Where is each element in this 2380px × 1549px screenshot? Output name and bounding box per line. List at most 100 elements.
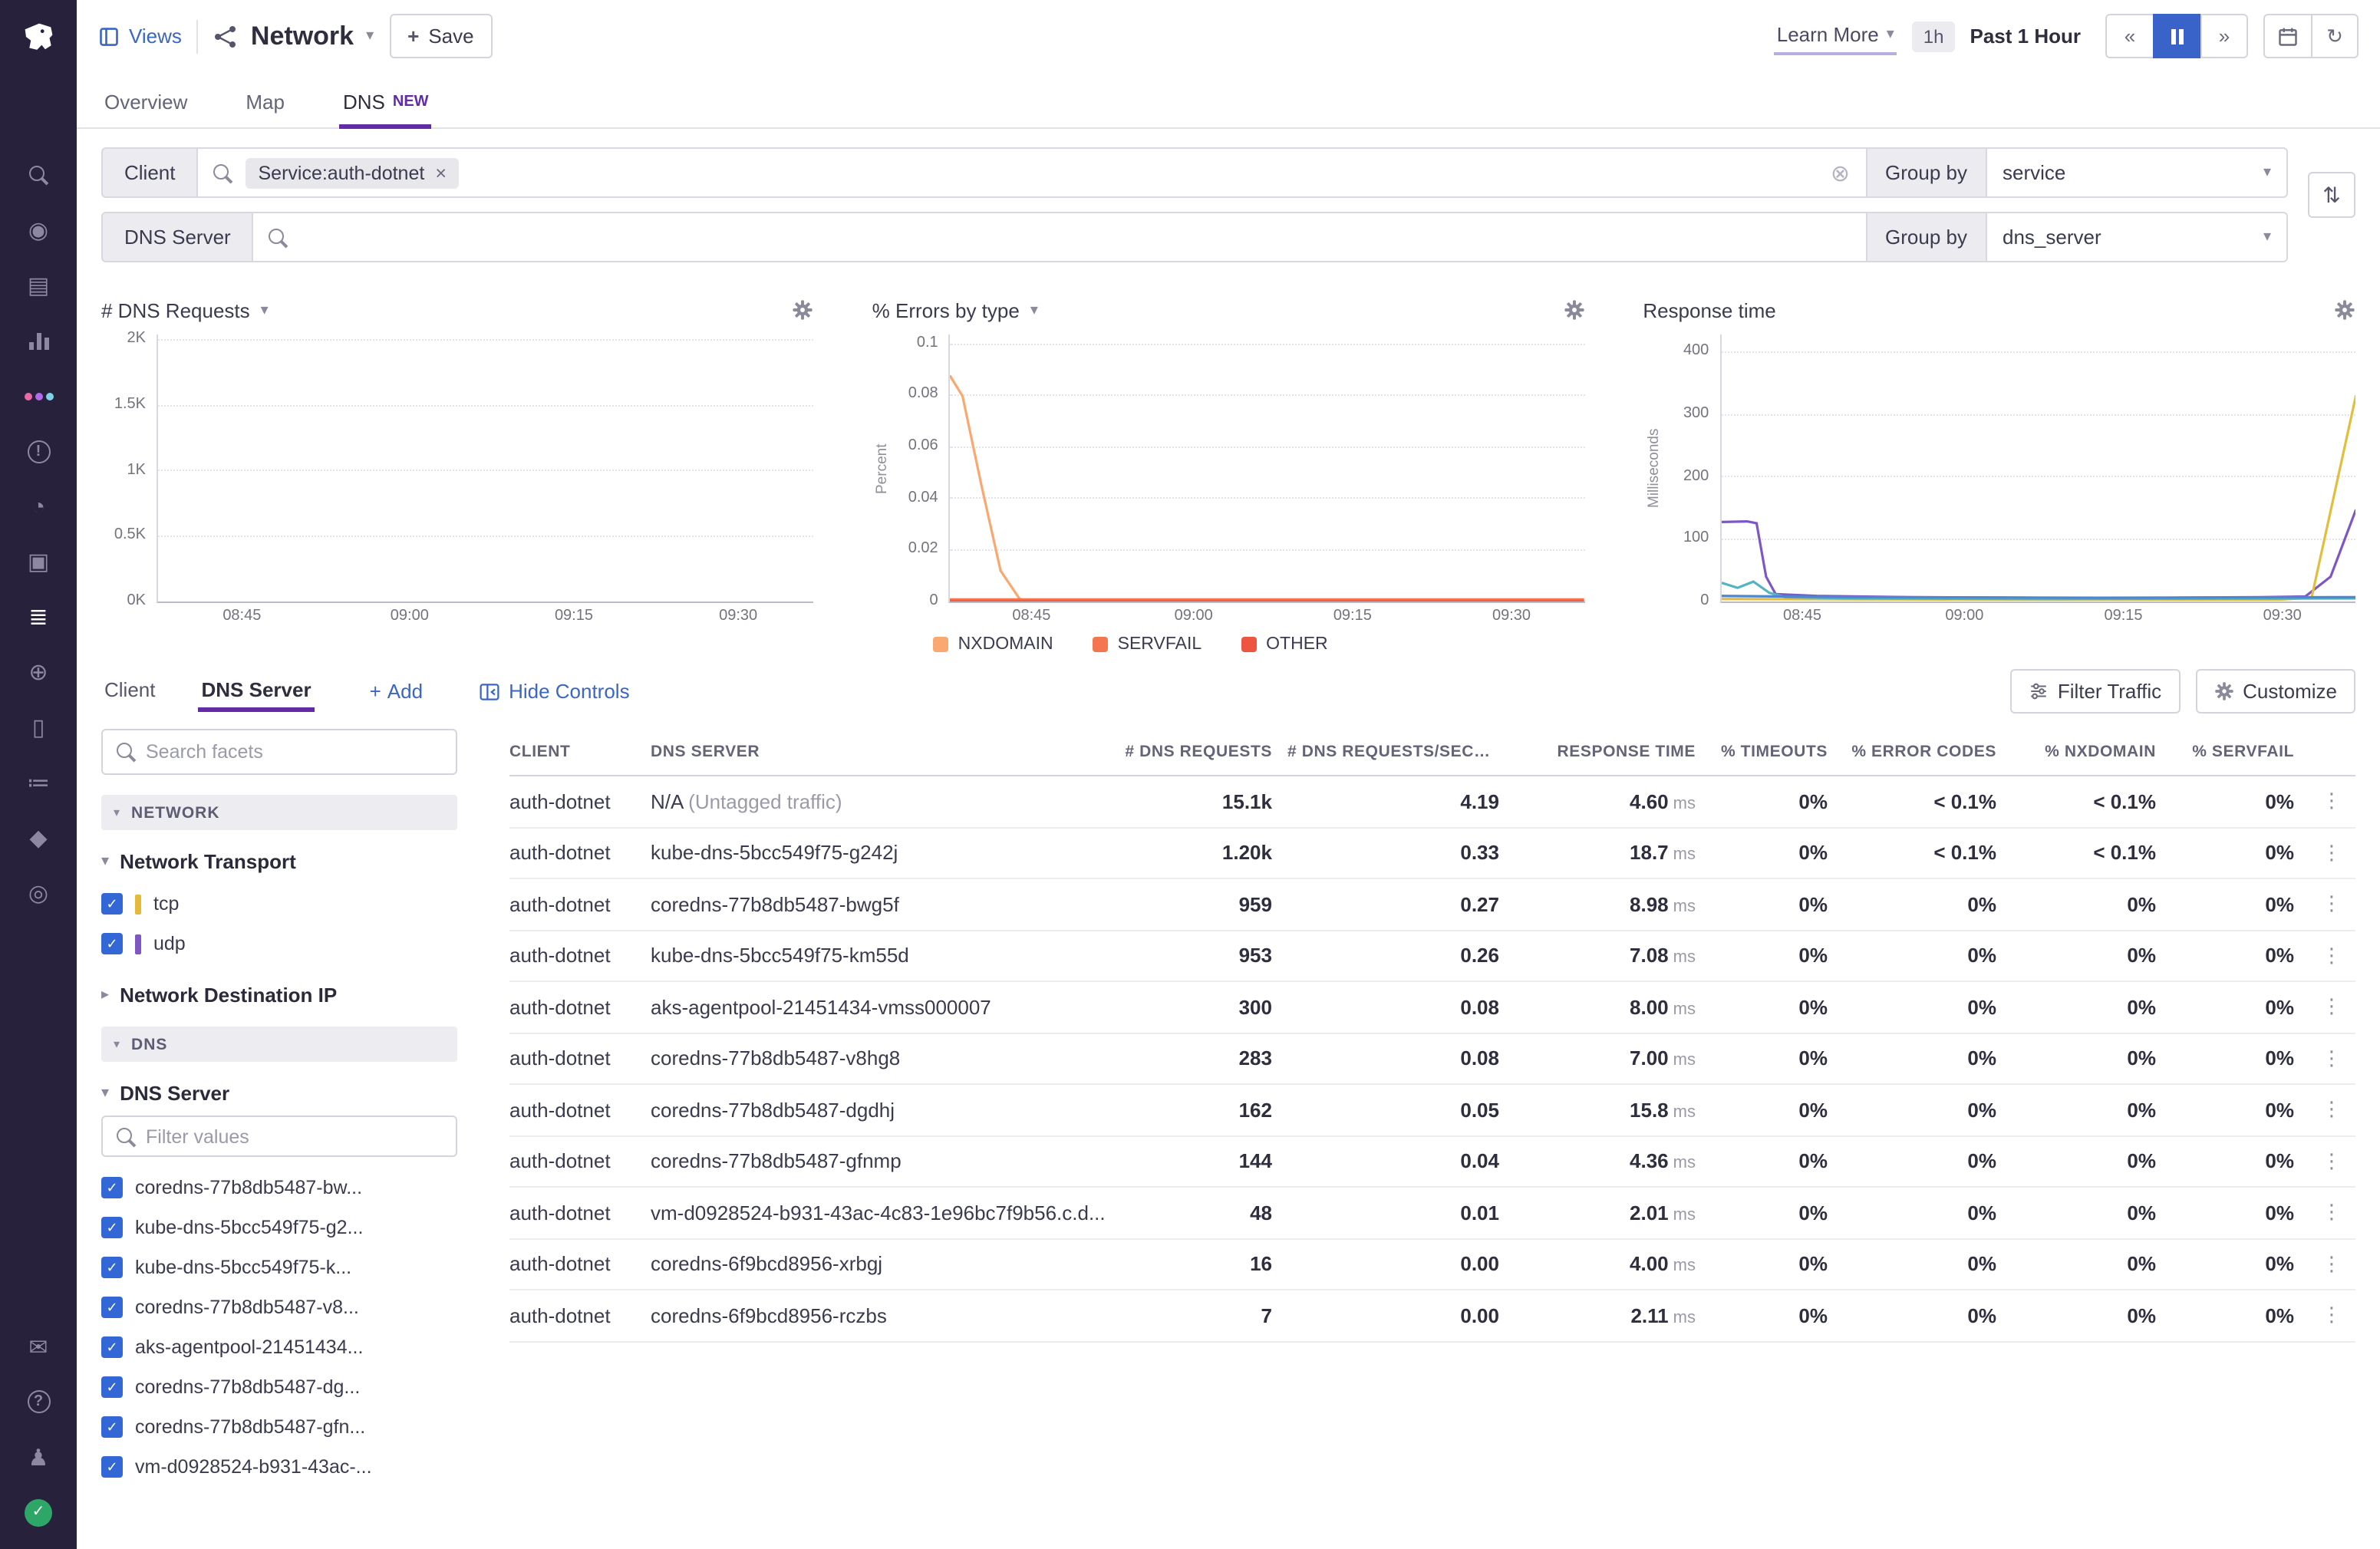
legend-item-other[interactable]: OTHER [1241, 635, 1328, 654]
client-group-by-select[interactable]: service ▾ [1987, 147, 2288, 198]
facet-value-item[interactable]: ✓udp [101, 924, 457, 964]
checkbox-checked[interactable]: ✓ [101, 1177, 123, 1198]
column-header[interactable]: # DNS REQUESTS/SECOND [1287, 729, 1515, 775]
add-group-button[interactable]: + Add [370, 680, 423, 703]
facet-network-destination-ip[interactable]: ▸Network Destination IP [101, 984, 457, 1007]
refresh-button[interactable]: ↻ [2311, 14, 2359, 58]
hide-controls-button[interactable]: Hide Controls [478, 680, 630, 703]
clear-filter-icon[interactable]: ⊗ [1831, 159, 1850, 186]
group-tab-dns-server[interactable]: DNS Server [199, 671, 315, 711]
infrastructure-icon[interactable]: ▣ [0, 534, 77, 589]
checkbox-checked[interactable]: ✓ [101, 1336, 123, 1358]
checkbox-checked[interactable]: ✓ [101, 893, 123, 915]
notebooks-icon[interactable]: ▯ [0, 700, 77, 755]
filter-tag[interactable]: Service:auth-dotnet × [246, 157, 459, 188]
table-row[interactable]: auth-dotnetcoredns-77b8db5487-v8hg82830.… [509, 1033, 2355, 1085]
facet-search-input[interactable] [146, 741, 442, 763]
facet-dns-server[interactable]: ▾DNS Server [101, 1082, 457, 1105]
table-row[interactable]: auth-dotnetvm-d0928524-b931-43ac-4c83-1e… [509, 1188, 2355, 1239]
row-actions-menu[interactable]: ⋮ [2309, 1201, 2355, 1225]
swap-filters-button[interactable]: ⇅ [2308, 172, 2355, 218]
logs-icon[interactable]: ≔ [0, 755, 77, 810]
monitors-icon[interactable]: ! [0, 424, 77, 479]
column-header[interactable]: % ERROR CODES [1843, 729, 2012, 775]
column-header[interactable]: CLIENT [509, 729, 651, 775]
watchdog-icon[interactable]: ◉ [0, 203, 77, 258]
events-icon[interactable]: ▤ [0, 258, 77, 313]
datadog-logo[interactable] [11, 9, 66, 64]
page-title-wrap[interactable]: Network ▾ [214, 21, 374, 51]
checkbox-checked[interactable]: ✓ [101, 1416, 123, 1438]
synthetics-icon[interactable]: ◔ [0, 479, 77, 534]
tab-dns[interactable]: DNSNEW [340, 77, 432, 127]
facet-value-item[interactable]: ✓aks-agentpool-21451434... [101, 1327, 457, 1367]
chevron-down-icon[interactable]: ▾ [366, 28, 374, 44]
legend-item-servfail[interactable]: SERVFAIL [1093, 635, 1202, 654]
row-actions-menu[interactable]: ⋮ [2309, 892, 2355, 917]
chevron-down-icon[interactable]: ▾ [261, 302, 269, 318]
pause-button[interactable] [2153, 14, 2200, 58]
row-actions-menu[interactable]: ⋮ [2309, 1149, 2355, 1174]
column-header[interactable]: RESPONSE TIME [1515, 729, 1711, 775]
row-actions-menu[interactable]: ⋮ [2309, 944, 2355, 968]
facet-value-filter-input[interactable] [146, 1125, 442, 1147]
checkbox-checked[interactable]: ✓ [101, 1297, 123, 1318]
column-header[interactable]: DNS SERVER [651, 729, 1122, 775]
status-icon[interactable]: ✓ [0, 1485, 77, 1540]
group-tab-client[interactable]: Client [101, 671, 159, 711]
time-range-chip[interactable]: 1h [1913, 21, 1955, 51]
table-row[interactable]: auth-dotnetcoredns-6f9bcd8956-xrbgj160.0… [509, 1239, 2355, 1290]
table-row[interactable]: auth-dotnetaks-agentpool-21451434-vmss00… [509, 982, 2355, 1033]
column-header[interactable]: % NXDOMAIN [2012, 729, 2171, 775]
checkbox-checked[interactable]: ✓ [101, 1257, 123, 1278]
fast-forward-button[interactable]: » [2200, 14, 2248, 58]
table-row[interactable]: auth-dotnetcoredns-77b8db5487-gfnmp1440.… [509, 1136, 2355, 1188]
metrics-icon[interactable] [0, 313, 77, 368]
facet-search[interactable] [101, 729, 457, 775]
response-time-plot-area[interactable]: Milliseconds010020030040008:4509:0009:15… [1643, 335, 2355, 629]
checkbox-checked[interactable]: ✓ [101, 1376, 123, 1398]
facet-value-item[interactable]: ✓kube-dns-5bcc549f75-g2... [101, 1208, 457, 1247]
table-row[interactable]: auth-dotnetkube-dns-5bcc549f75-g242j1.20… [509, 828, 2355, 879]
facet-value-item[interactable]: ✓coredns-77b8db5487-v8... [101, 1287, 457, 1327]
client-search-input[interactable]: Service:auth-dotnet × ⊗ [197, 147, 1867, 198]
table-row[interactable]: auth-dotnetcoredns-77b8db5487-dgdhj1620.… [509, 1085, 2355, 1136]
facet-value-filter[interactable] [101, 1116, 457, 1157]
column-header[interactable]: # DNS REQUESTS [1122, 729, 1287, 775]
row-actions-menu[interactable]: ⋮ [2309, 841, 2355, 865]
gear-icon[interactable] [793, 299, 814, 321]
integrations-icon[interactable]: ⊕ [0, 644, 77, 700]
row-actions-menu[interactable]: ⋮ [2309, 995, 2355, 1020]
checkbox-checked[interactable]: ✓ [101, 1217, 123, 1238]
tab-map[interactable]: Map [242, 77, 288, 127]
save-button[interactable]: + Save [389, 14, 492, 58]
row-actions-menu[interactable]: ⋮ [2309, 1252, 2355, 1277]
facet-value-item[interactable]: ✓vm-d0928524-b931-43ac-... [101, 1447, 457, 1487]
facet-value-item[interactable]: ✓coredns-77b8db5487-bw... [101, 1168, 457, 1208]
errors-by-type-plot-area[interactable]: Percent00.020.040.060.080.108:4509:0009:… [872, 335, 1585, 629]
calendar-button[interactable] [2263, 14, 2311, 58]
table-row[interactable]: auth-dotnetkube-dns-5bcc549f75-km55d9530… [509, 931, 2355, 982]
customize-button[interactable]: Customize [2195, 669, 2355, 714]
time-range-label[interactable]: Past 1 Hour [1970, 25, 2082, 48]
row-actions-menu[interactable]: ⋮ [2309, 789, 2355, 814]
gear-icon[interactable] [1563, 299, 1584, 321]
filter-traffic-button[interactable]: Filter Traffic [2010, 669, 2180, 714]
dns-server-search-input[interactable] [252, 212, 1867, 262]
checkbox-checked[interactable]: ✓ [101, 933, 123, 954]
legend-item-nxdomain[interactable]: NXDOMAIN [934, 635, 1053, 654]
column-header[interactable]: % SERVFAIL [2171, 729, 2309, 775]
facet-group-header-dns[interactable]: ▾DNS [101, 1027, 457, 1062]
chevron-down-icon[interactable]: ▾ [1030, 302, 1038, 318]
bits-ai-icon[interactable] [0, 368, 77, 424]
views-button[interactable]: Views [98, 25, 182, 48]
search-icon[interactable] [0, 147, 77, 203]
dns-requests-plot-area[interactable]: 0K0.5K1K1.5K2K08:4509:0009:1509:30 [101, 335, 814, 629]
help-icon[interactable]: ? [0, 1374, 77, 1429]
table-row[interactable]: auth-dotnetN/A (Untagged traffic)15.1k4.… [509, 776, 2355, 828]
ux-monitoring-icon[interactable]: ◎ [0, 865, 77, 921]
row-actions-menu[interactable]: ⋮ [2309, 1098, 2355, 1122]
facet-group-header-network[interactable]: ▾NETWORK [101, 795, 457, 830]
column-header[interactable]: % TIMEOUTS [1711, 729, 1843, 775]
response-time-plot[interactable] [1719, 335, 2355, 603]
